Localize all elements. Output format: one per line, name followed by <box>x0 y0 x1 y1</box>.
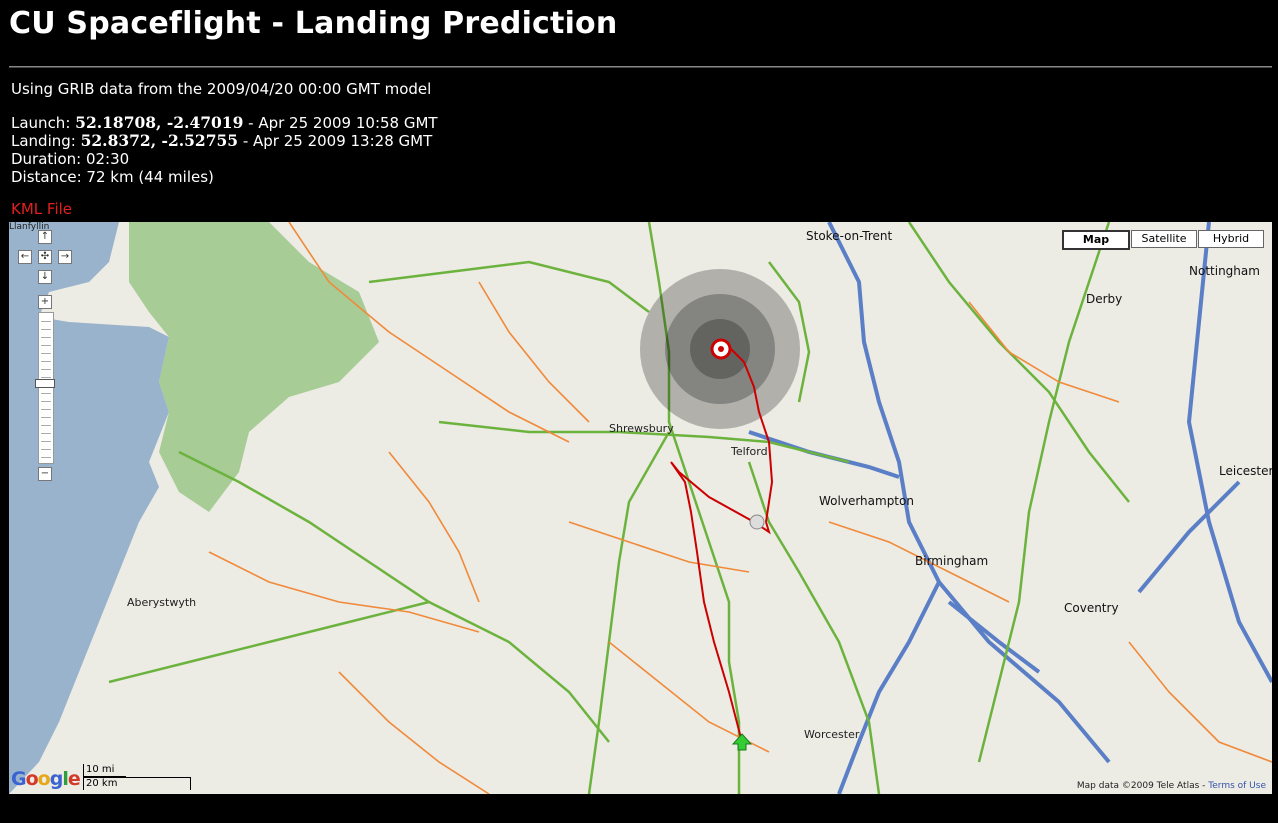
terms-of-use-link[interactable]: Terms of Use <box>1208 781 1266 791</box>
launch-arrow <box>731 733 753 751</box>
map-type-satellite-button[interactable]: Satellite <box>1131 230 1197 248</box>
map-copyright: Map data ©2009 Tele Atlas - Terms of Use <box>1074 781 1268 791</box>
pan-right-button[interactable]: → <box>58 250 72 264</box>
pan-left-button[interactable]: ← <box>18 250 32 264</box>
duration-info: Duration: 02:30 <box>11 150 130 168</box>
copyright-text: Map data ©2009 Tele Atlas <box>1076 781 1200 791</box>
scale-km: 20 km <box>83 777 191 790</box>
pan-up-button[interactable]: ↑ <box>38 230 52 244</box>
launch-time: - Apr 25 2009 10:58 GMT <box>243 114 438 132</box>
landing-time: - Apr 25 2009 13:28 GMT <box>238 132 433 150</box>
map-type-map-button[interactable]: Map <box>1062 230 1130 250</box>
pan-down-button[interactable]: ↓ <box>38 270 52 284</box>
launch-info: Launch: 52.18708, -2.47019 - Apr 25 2009… <box>11 113 438 133</box>
motorway-m5 <box>837 581 941 794</box>
landing-coords: 52.8372, -2.52755 <box>80 131 239 150</box>
distance-info: Distance: 72 km (44 miles) <box>11 168 214 186</box>
grib-info: Using GRIB data from the 2009/04/20 00:0… <box>11 80 432 98</box>
launch-coords: 52.18708, -2.47019 <box>75 113 244 132</box>
scale-miles: 10 mi <box>83 764 126 777</box>
zoom-slider-thumb[interactable] <box>35 379 55 388</box>
motorway-m42 <box>947 600 1041 674</box>
motorway-m1 <box>1186 222 1272 683</box>
zoom-in-button[interactable]: + <box>38 295 52 309</box>
map-type-control: Map Satellite Hybrid <box>1061 230 1264 250</box>
flight-path-ascent <box>670 461 771 743</box>
kml-file-link[interactable]: KML File <box>11 200 72 218</box>
prediction-map[interactable]: Llanfyllin Stoke-on-Trent Nottingham Shr… <box>9 222 1272 794</box>
launch-label: Launch: <box>11 114 71 132</box>
landing-label: Landing: <box>11 132 76 150</box>
page-title: CU Spaceflight - Landing Prediction <box>9 6 618 41</box>
sea-area <box>9 222 169 794</box>
map-base-layer <box>9 222 1272 794</box>
map-scale: 10 mi 20 km <box>83 764 191 790</box>
park-area <box>129 222 379 512</box>
burst-marker <box>749 514 765 530</box>
divider <box>9 66 1272 68</box>
pan-center-button[interactable]: ✣ <box>38 250 52 264</box>
landing-info: Landing: 52.8372, -2.52755 - Apr 25 2009… <box>11 131 433 151</box>
zoom-slider[interactable] <box>38 312 54 464</box>
google-logo[interactable]: Google <box>11 768 81 790</box>
zoom-out-button[interactable]: − <box>38 467 52 481</box>
map-type-hybrid-button[interactable]: Hybrid <box>1198 230 1264 248</box>
